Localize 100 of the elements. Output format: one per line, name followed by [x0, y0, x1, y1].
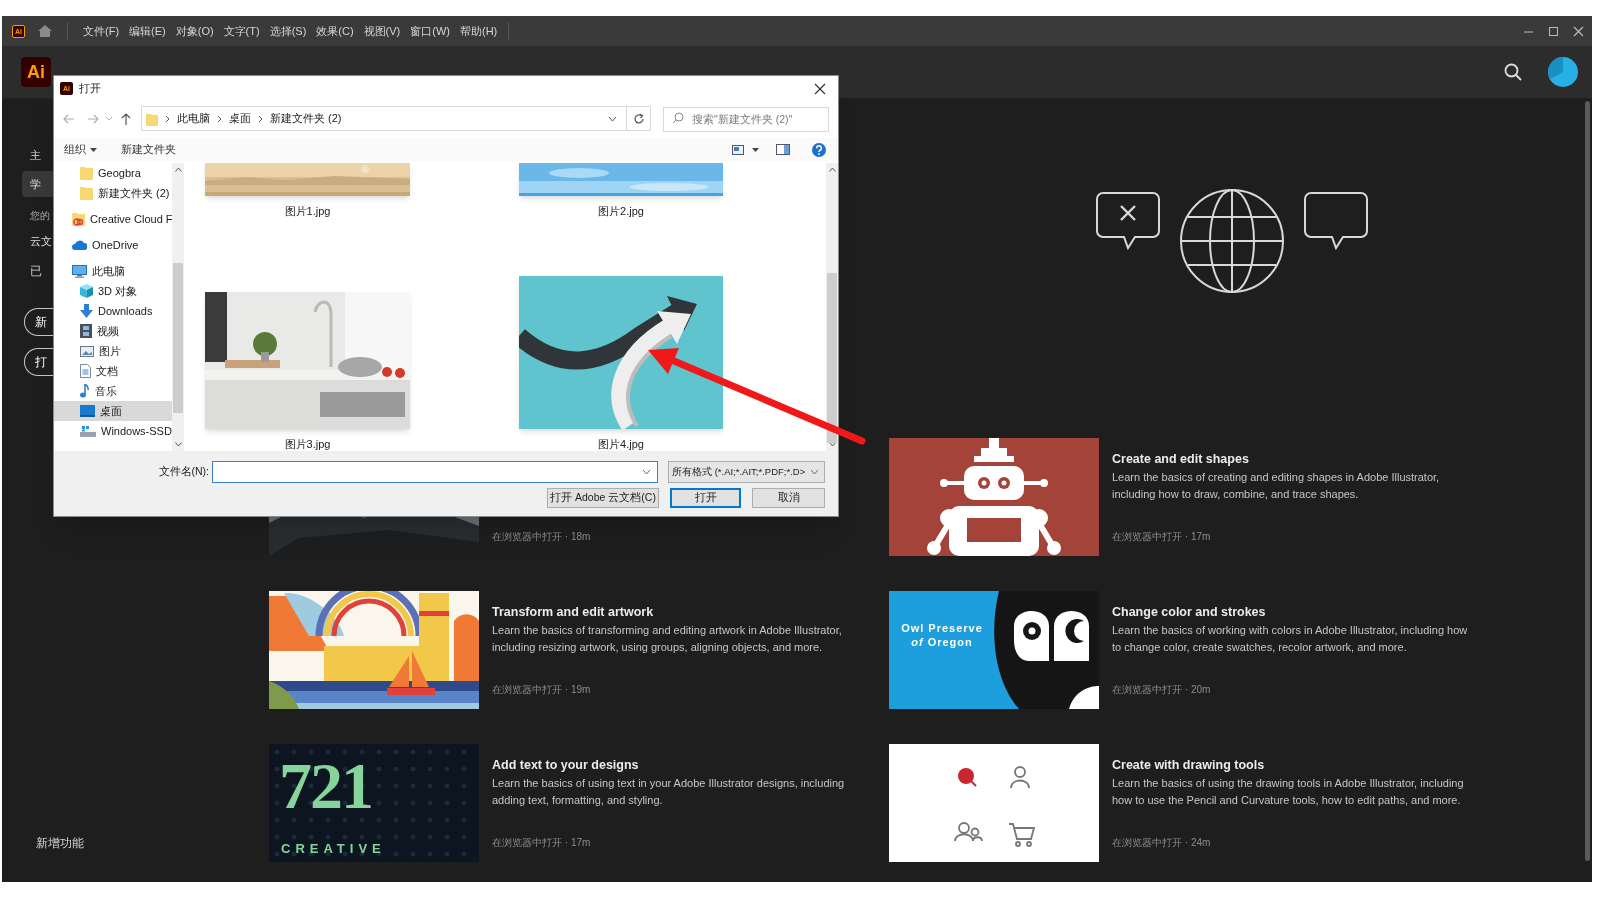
sidebar-item[interactable]: 学: [22, 171, 54, 197]
breadcrumb-item[interactable]: 此电脑: [177, 110, 210, 127]
scrollbar-thumb[interactable]: [827, 273, 837, 443]
desktop-icon: [80, 405, 95, 417]
nav-item[interactable]: Geogbra: [54, 163, 172, 183]
film-icon: [80, 324, 92, 338]
scroll-down-icon[interactable]: [174, 442, 182, 447]
sidebar-link[interactable]: 新增功能: [36, 834, 84, 852]
view-icon[interactable]: [732, 144, 744, 155]
folder-icon: [80, 166, 93, 180]
dialog-button[interactable]: 取消: [752, 488, 825, 508]
card-meta[interactable]: 在浏览器中打开 · 17m: [1112, 529, 1477, 544]
chevron-icon: [217, 114, 222, 123]
scrollbar-thumb[interactable]: [1585, 101, 1590, 861]
speech-bubble-x-icon: [1095, 191, 1161, 251]
card-description: Learn the basics of creating and editing shapes in Adobe Illustrator, including how to draw, combine, and trace shapes.: [1112, 470, 1441, 502]
sidebar-item[interactable]: 主: [22, 142, 54, 168]
home-icon[interactable]: [37, 24, 53, 38]
cube-icon: [80, 284, 93, 298]
card-meta[interactable]: 在浏览器中打开 · 20m: [1112, 682, 1477, 697]
nav-item[interactable]: 3D 对象: [54, 281, 172, 301]
field-label: 文件名(N):: [158, 464, 209, 480]
nav-item[interactable]: Creative Cloud F: [54, 209, 172, 229]
computer-icon: [72, 264, 87, 278]
download-icon: [80, 304, 93, 318]
dialog-button[interactable]: 打开 Adobe 云文档(C): [547, 488, 659, 508]
dropdown-icon[interactable]: [608, 115, 617, 122]
refresh-icon[interactable]: [632, 112, 645, 125]
menu-item[interactable]: 窗口(W): [405, 22, 455, 40]
menu-item[interactable]: 文件(F): [78, 22, 125, 40]
nav-item[interactable]: 桌面: [54, 401, 172, 421]
card-meta[interactable]: 在浏览器中打开 · 17m: [492, 835, 857, 850]
card-title[interactable]: Add text to your designs: [492, 757, 857, 773]
filename-field[interactable]: [212, 461, 658, 483]
scrollbar-thumb[interactable]: [173, 263, 183, 413]
card-description: Learn the basics of working with colors in Adobe Illustrator, including how to change color, create swatches, recolor artwork, and more.: [1112, 623, 1469, 655]
search-field[interactable]: 搜索"新建文件夹 (2)": [663, 106, 829, 132]
file-name[interactable]: 图片4.jpg: [598, 436, 644, 451]
card-title[interactable]: Create with drawing tools: [1112, 757, 1477, 773]
menu-item[interactable]: 对象(O): [170, 22, 219, 40]
sidebar-item[interactable]: 云文: [22, 228, 54, 254]
globe-icon: [1178, 187, 1286, 295]
file-name[interactable]: 图片3.jpg: [284, 436, 331, 451]
nav-item[interactable]: 此电脑: [54, 261, 172, 281]
app-logo[interactable]: Ai: [21, 57, 51, 87]
file-name[interactable]: 图片2.jpg: [598, 203, 644, 220]
nav-item[interactable]: 图片: [54, 341, 172, 361]
card-title[interactable]: Change color and strokes: [1112, 604, 1477, 620]
card-title[interactable]: Create and edit shapes: [1112, 451, 1477, 467]
nav-item[interactable]: 文档: [54, 361, 172, 381]
cloud-folder-icon: [72, 212, 85, 226]
caret-icon[interactable]: [752, 147, 759, 152]
preview-pane-icon[interactable]: [776, 144, 790, 155]
maximize-icon[interactable]: [1548, 25, 1559, 37]
file-type-select[interactable]: 所有格式 (*.AI;*.AIT;*.PDF;*.D>: [668, 461, 825, 483]
toolbar-button[interactable]: 组织: [64, 141, 97, 158]
dialog-button[interactable]: 打开: [670, 488, 741, 508]
avatar[interactable]: [1548, 57, 1578, 87]
thumbnail-text: of Oregon: [911, 635, 973, 649]
folder-icon: [80, 186, 93, 200]
nav-item[interactable]: 视频: [54, 321, 172, 341]
scroll-up-icon[interactable]: [174, 167, 182, 172]
card-meta[interactable]: 在浏览器中打开 · 24m: [1112, 835, 1477, 850]
cloud-icon: [72, 240, 87, 250]
menu-item[interactable]: 文字(T): [218, 22, 265, 40]
image-icon: [80, 345, 94, 357]
menu-item[interactable]: 帮助(H): [455, 22, 503, 40]
thumbnail-text: CREATIVE: [281, 839, 386, 858]
sidebar-item[interactable]: 您的: [22, 205, 54, 225]
caret-icon: [90, 147, 97, 152]
nav-item[interactable]: 新建文件夹 (2): [54, 183, 172, 203]
nav-item[interactable]: OneDrive: [54, 235, 172, 255]
scroll-up-icon[interactable]: [828, 167, 836, 172]
menu-item[interactable]: 视图(V): [358, 22, 406, 40]
close-icon[interactable]: [814, 82, 826, 95]
search-icon[interactable]: [1504, 63, 1522, 81]
up-icon[interactable]: [121, 112, 131, 125]
file-name[interactable]: 图片1.jpg: [284, 203, 331, 220]
nav-item[interactable]: Windows-SSD: [54, 421, 172, 441]
nav-item[interactable]: Downloads: [54, 301, 172, 321]
scroll-down-icon[interactable]: [828, 442, 836, 447]
menu-item[interactable]: 效果(C): [311, 22, 359, 40]
help-icon[interactable]: [812, 142, 826, 157]
address-bar[interactable]: 此电脑 桌面 新建文件夹 (2): [141, 106, 651, 131]
document-icon: [80, 364, 91, 378]
sidebar-item[interactable]: 已: [22, 259, 54, 283]
breadcrumb-item[interactable]: 新建文件夹 (2): [270, 110, 342, 127]
card-meta[interactable]: 在浏览器中打开 · 19m: [492, 682, 857, 697]
card-meta[interactable]: 在浏览器中打开 · 18m: [492, 529, 857, 544]
toolbar-button[interactable]: 新建文件夹: [121, 141, 176, 158]
card-description: Learn the basics of transforming and editing artwork in Adobe Illustrator, including resizing artwork, using groups, aligning objects, and more.: [492, 623, 843, 655]
close-icon[interactable]: [1573, 25, 1584, 37]
nav-item[interactable]: 音乐: [54, 381, 172, 401]
menu-item[interactable]: 选择(S): [264, 22, 312, 40]
dialog-title: 打开: [79, 81, 101, 97]
menu-item[interactable]: 编辑(E): [124, 22, 171, 40]
card-title[interactable]: Transform and edit artwork: [492, 604, 857, 620]
breadcrumb-item[interactable]: 桌面: [229, 110, 251, 127]
search-icon: [672, 112, 684, 124]
dropdown-icon: [642, 469, 651, 475]
